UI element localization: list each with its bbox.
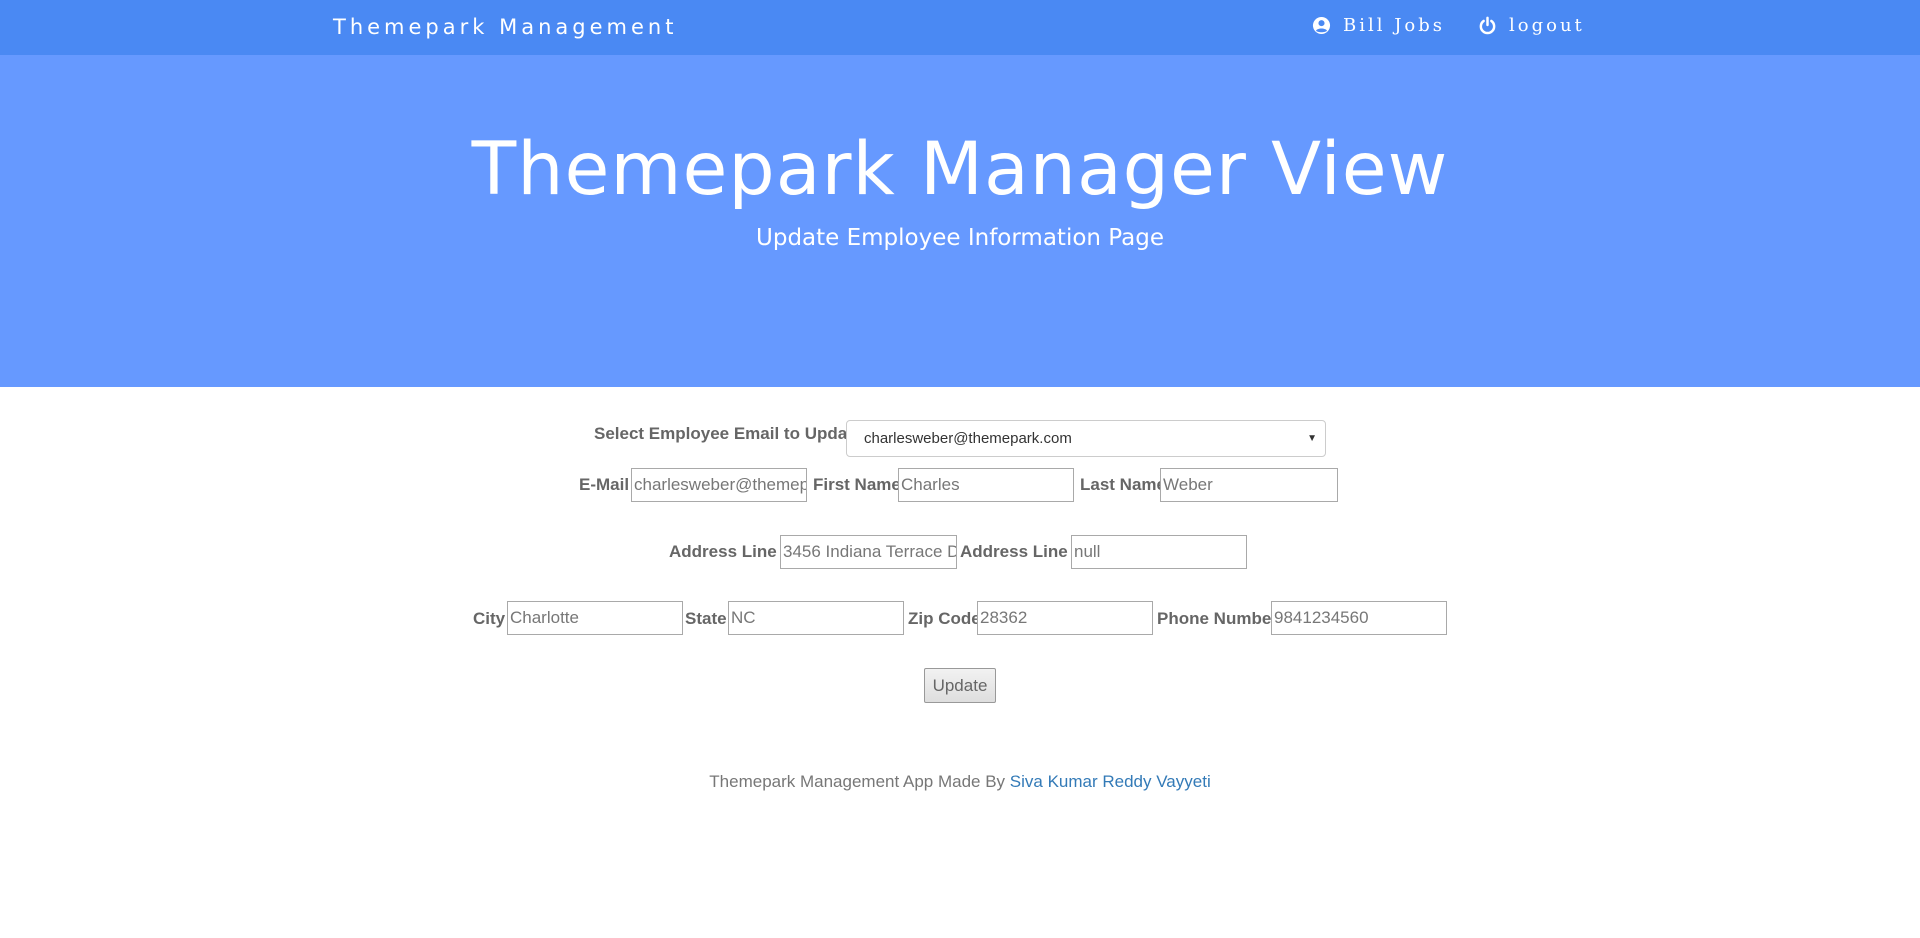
state-label: State (685, 609, 727, 628)
caret-down-icon: ▼ (1307, 433, 1317, 444)
first-name-field[interactable]: Charles (898, 468, 1074, 502)
update-button[interactable]: Update (924, 668, 996, 703)
user-menu[interactable]: Bill Jobs (1312, 15, 1445, 36)
email-label: E-Mail (579, 475, 630, 494)
footer: Themepark Management App Made By Siva Ku… (0, 772, 1920, 792)
employee-email-select[interactable]: charlesweber@themepark.com ▼ (846, 420, 1326, 457)
navbar: Themepark Management Bill Jobs logout (0, 0, 1920, 55)
email-field[interactable]: charlesweber@themepark.com (631, 468, 807, 502)
page-subtitle: Update Employee Information Page (756, 225, 1164, 251)
brand-title[interactable]: Themepark Management (333, 15, 677, 39)
last-name-field[interactable]: Weber (1160, 468, 1338, 502)
power-icon (1478, 16, 1497, 35)
select-employee-label: Select Employee Email to Update (594, 424, 863, 443)
logout-link[interactable]: logout (1478, 15, 1585, 36)
state-field[interactable]: NC (728, 601, 904, 635)
last-name-label: Last Name (1080, 475, 1166, 494)
phone-number-label: Phone Number (1157, 609, 1278, 628)
city-field[interactable]: Charlotte (507, 601, 683, 635)
user-name: Bill Jobs (1343, 15, 1446, 36)
zip-code-label: Zip Code (908, 609, 981, 628)
select-value: charlesweber@themepark.com (864, 430, 1072, 447)
first-name-label: First Name (813, 475, 901, 494)
footer-text: Themepark Management App Made By (709, 772, 1010, 791)
hero-banner: Themepark Manager View Update Employee I… (0, 55, 1920, 387)
logout-label: logout (1509, 15, 1585, 36)
address2-field[interactable]: null (1071, 535, 1247, 569)
zip-code-field[interactable]: 28362 (977, 601, 1153, 635)
address1-field[interactable]: 3456 Indiana Terrace Dr (780, 535, 957, 569)
author-link[interactable]: Siva Kumar Reddy Vayyeti (1010, 772, 1211, 791)
user-circle-icon (1312, 16, 1331, 35)
page-title: Themepark Manager View (471, 127, 1449, 212)
address1-label: Address Line 1 (669, 542, 791, 561)
phone-number-field[interactable]: 9841234560 (1271, 601, 1447, 635)
address2-label: Address Line 2 (960, 542, 1082, 561)
city-label: City (473, 609, 506, 628)
